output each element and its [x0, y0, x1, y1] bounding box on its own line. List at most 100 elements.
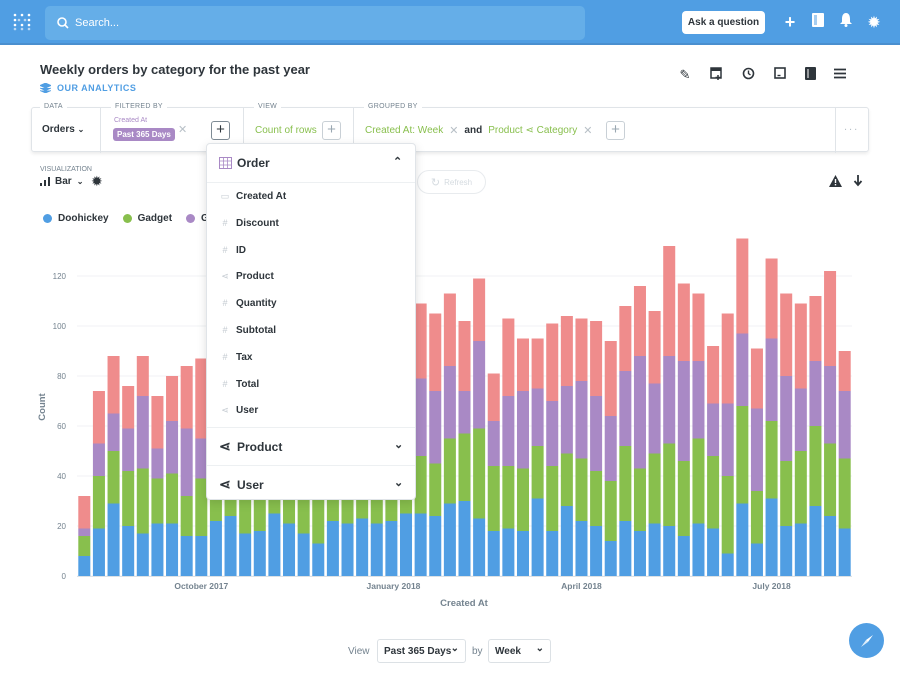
bar-gizmo [736, 333, 749, 406]
menu-icon[interactable] [832, 67, 848, 83]
bar-widget [516, 338, 530, 391]
bell-icon[interactable] [837, 13, 855, 31]
time-unit-value: Week [495, 645, 521, 657]
add-to-dashboard-icon[interactable] [708, 67, 724, 83]
bar-doohickey [531, 498, 544, 576]
gear-icon[interactable]: ✹ [91, 173, 103, 190]
bar-gizmo [838, 391, 851, 459]
visualization-type-select[interactable]: Bar ⌄ [40, 176, 83, 187]
table-section-product[interactable]: ⋖ Product ⌄ [207, 427, 415, 465]
filter-pill[interactable]: Past 365 Days [113, 128, 175, 141]
more-options-button[interactable]: ... [844, 121, 859, 133]
field-item[interactable]: ⋖ User [207, 398, 415, 424]
bar-gizmo [677, 361, 690, 461]
time-unit-select[interactable]: Week ⌄ [488, 639, 551, 663]
bar-gizmo [502, 396, 515, 466]
bar-widget [707, 346, 720, 404]
breakout-created-at[interactable]: Created At: Week [365, 125, 443, 136]
bar-gizmo [590, 396, 603, 471]
foreign-key-icon: ⋖ [525, 125, 534, 136]
bar-gizmo [122, 428, 135, 471]
add-filter-button[interactable]: + [211, 121, 230, 140]
remove-breakout-icon[interactable]: ✕ [583, 124, 592, 137]
bar-doohickey [838, 528, 851, 576]
bar-doohickey [750, 543, 763, 576]
bar-gadget [458, 433, 471, 501]
x-tick-label: October 2017 [174, 581, 228, 591]
bar-widget [692, 293, 705, 361]
bar-doohickey [385, 521, 398, 576]
bar-gadget [575, 458, 588, 521]
bar-widget [824, 271, 837, 366]
bar-doohickey [458, 501, 471, 576]
bar-doohickey [824, 516, 837, 576]
field-item[interactable]: # ID [207, 238, 415, 264]
bar-gizmo [560, 386, 573, 454]
explore-button[interactable] [849, 623, 884, 658]
data-source-name: Orders [42, 124, 75, 135]
bar-doohickey [736, 503, 749, 576]
field-item[interactable]: # Quantity [207, 291, 415, 317]
bar-doohickey [107, 503, 120, 576]
bar-widget [604, 341, 617, 416]
bar-doohickey [473, 518, 486, 576]
x-tick-label: January 2018 [367, 581, 421, 591]
add-aggregation-button[interactable]: + [322, 121, 341, 140]
field-item[interactable]: # Discount [207, 211, 415, 237]
breakout-table: Product [488, 125, 523, 136]
notebook-icon[interactable] [809, 13, 827, 31]
gear-icon[interactable]: ✹ [865, 13, 883, 31]
data-source-select[interactable]: Orders ⌄ [42, 124, 84, 135]
search-input[interactable]: Search... [45, 6, 585, 40]
bar-gizmo [516, 391, 530, 469]
ask-question-button[interactable]: Ask a question [682, 11, 765, 34]
bar-doohickey [136, 533, 149, 576]
refresh-button[interactable]: ↻ Refresh [417, 170, 486, 194]
by-label: by [472, 646, 483, 657]
embed-icon[interactable] [772, 67, 788, 83]
pencil-icon[interactable]: ✎ [677, 67, 693, 83]
bar-gadget [151, 478, 164, 524]
bar-widget [473, 278, 486, 341]
bar-widget [429, 313, 442, 391]
bar-doohickey [707, 528, 720, 576]
add-breakout-button[interactable]: + [606, 121, 625, 140]
table-section-order[interactable]: Order ⌃ [207, 144, 415, 183]
table-section-user[interactable]: ⋖ User ⌄ [207, 465, 415, 501]
bar-widget [151, 396, 164, 449]
field-item[interactable]: # Total [207, 372, 415, 398]
bar-gizmo [151, 448, 164, 479]
collection-icon [40, 83, 51, 93]
bar-doohickey [590, 526, 603, 576]
remove-filter-icon[interactable]: ✕ [178, 123, 187, 136]
view-label: View [348, 646, 370, 657]
bar-widget [721, 313, 734, 404]
logo-icon[interactable] [13, 13, 31, 31]
bar-gizmo [633, 356, 646, 469]
chevron-up-icon: ⌃ [393, 156, 403, 168]
remove-breakout-icon[interactable]: ✕ [449, 124, 458, 137]
bar-widget [750, 348, 763, 409]
time-range-select[interactable]: Past 365 Days ⌄ [377, 639, 466, 663]
field-item[interactable]: # Tax [207, 345, 415, 371]
view-label: VIEW [254, 103, 282, 110]
question-title[interactable]: Weekly orders by category for the past y… [40, 62, 310, 77]
bar-gadget [707, 456, 720, 529]
field-item[interactable]: ▭ Created At [207, 184, 415, 210]
download-icon[interactable] [853, 174, 863, 192]
collection-link[interactable]: OUR ANALYTICS [40, 83, 136, 93]
bar-gizmo [429, 391, 442, 464]
notebook-icon[interactable] [802, 67, 818, 83]
bar-gadget [619, 446, 632, 521]
bar-gadget [590, 471, 603, 526]
aggregation[interactable]: Count of rows [255, 125, 317, 136]
bar-gadget [824, 443, 837, 516]
history-icon[interactable] [740, 67, 756, 83]
plus-icon[interactable]: + [781, 13, 799, 31]
connections-icon: ⋖ [219, 476, 231, 492]
field-item[interactable]: # Subtotal [207, 318, 415, 344]
warning-icon[interactable] [829, 174, 842, 192]
data-label: DATA [40, 103, 67, 110]
field-item[interactable]: ⋖ Product [207, 264, 415, 290]
breakout-product-category[interactable]: Product ⋖ Category [488, 125, 577, 136]
